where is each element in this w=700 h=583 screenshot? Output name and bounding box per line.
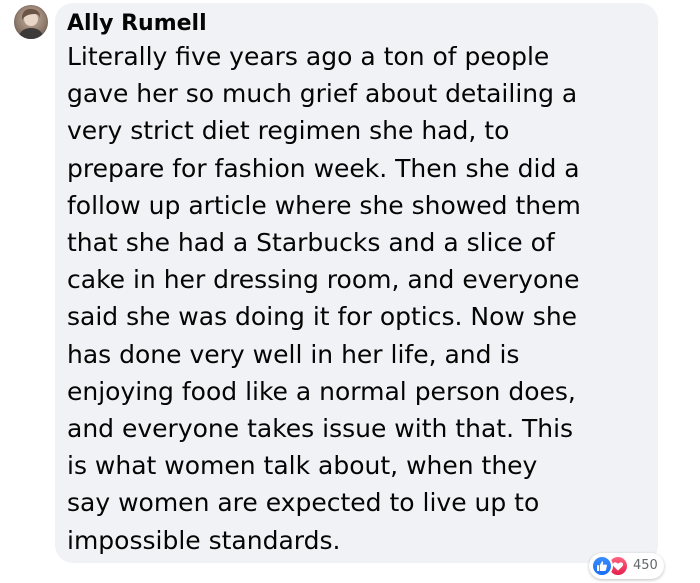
comment-bubble: Ally Rumell Literally five years ago a t… (55, 3, 658, 563)
profile-photo-icon (18, 8, 44, 39)
comment-body-text: Literally five years ago a ton of people… (67, 42, 581, 555)
comment-avatar[interactable] (14, 5, 48, 39)
like-icon (591, 555, 613, 577)
reactions-summary[interactable]: 450 (589, 553, 664, 579)
comment-author-name[interactable]: Ally Rumell (67, 11, 207, 37)
reaction-count: 450 (633, 558, 658, 573)
